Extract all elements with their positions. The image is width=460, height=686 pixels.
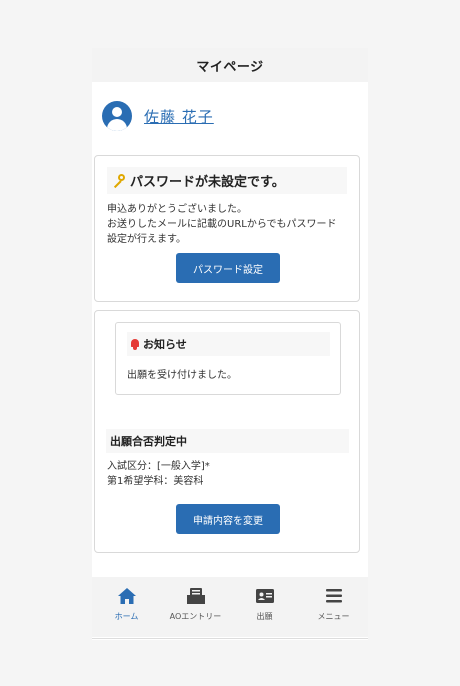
application-details: 入試区分：[一般入学]* 第1希望学科：美容科 [107, 459, 210, 489]
tab-ao-entry[interactable]: AOエントリー [161, 577, 230, 637]
status-heading: 出願合否判定中 [106, 429, 349, 453]
notice-box: お知らせ 出願を受け付けました。 [115, 322, 341, 395]
notice-text: 出願を受け付けました。 [127, 370, 237, 381]
menu-icon [325, 589, 342, 603]
exam-category: 入試区分：[一般入学]* [107, 461, 210, 472]
bottom-tab-bar: ホーム AOエントリー 出願 メニュー [92, 577, 368, 637]
page-title: マイページ [196, 59, 264, 75]
bell-icon [130, 338, 140, 350]
key-icon [111, 173, 125, 188]
password-card-message: 申込ありがとうございました。 お送りしたメールに記載のURLからでもパスワード … [107, 202, 357, 247]
tab-label: メニュー [317, 612, 350, 621]
password-card-title: パスワードが未設定です。 [130, 175, 285, 190]
application-card: お知らせ 出願を受け付けました。 出願合否判定中 入試区分：[一般入学]* 第1… [94, 310, 360, 553]
inbox-icon [186, 588, 205, 604]
notice-title: お知らせ [143, 338, 187, 351]
tab-application[interactable]: 出願 [230, 577, 299, 637]
app-screen: マイページ 佐藤 花子 パスワードが未設定です。 申込ありがとうございました。 … [92, 48, 368, 640]
notice-heading: お知らせ [127, 332, 330, 356]
change-application-button[interactable]: 申請内容を変更 [176, 504, 280, 534]
tab-label: 出願 [256, 612, 273, 621]
app-header: マイページ [92, 48, 368, 82]
tab-home[interactable]: ホーム [92, 577, 161, 637]
message-line: 申込ありがとうございました。 [107, 204, 247, 215]
avatar-icon [102, 101, 132, 131]
message-line: お送りしたメールに記載のURLからでもパスワード [107, 219, 337, 230]
message-line: 設定が行えます。 [107, 234, 186, 245]
status-title: 出願合否判定中 [110, 435, 187, 448]
password-card-heading: パスワードが未設定です。 [107, 167, 347, 194]
user-row: 佐藤 花子 [102, 101, 214, 131]
bottom-divider [92, 638, 368, 639]
first-choice-department: 第1希望学科：美容科 [107, 476, 204, 487]
id-card-icon [255, 589, 274, 603]
user-name-link[interactable]: 佐藤 花子 [144, 106, 214, 127]
tab-label: AOエントリー [169, 612, 222, 621]
set-password-button[interactable]: パスワード設定 [176, 253, 280, 283]
tab-menu[interactable]: メニュー [299, 577, 368, 637]
password-card: パスワードが未設定です。 申込ありがとうございました。 お送りしたメールに記載の… [94, 155, 360, 302]
tab-label: ホーム [114, 612, 139, 621]
home-icon [117, 588, 136, 604]
